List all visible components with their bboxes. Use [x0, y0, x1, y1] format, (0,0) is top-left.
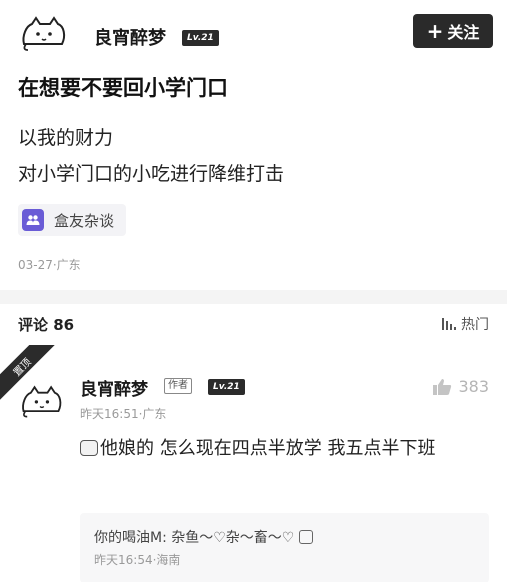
reply-meta: 昨天16:54·海南	[94, 553, 181, 567]
post-body-line: 对小学门口的小吃进行降维打击	[18, 163, 285, 185]
post-author-name[interactable]: 良宵醉梦	[94, 24, 166, 50]
sort-bars-icon	[442, 318, 456, 330]
thumbs-up-icon	[433, 378, 452, 395]
group-icon	[22, 209, 44, 231]
reply-text-content: 你的喝油M: 杂鱼～♡杂～畜～♡	[94, 530, 295, 546]
topic-tag[interactable]: 盒友杂谈	[18, 204, 127, 236]
post-title: 在想要不要回小学门口	[18, 76, 228, 100]
pinned-comment: 置顶 良宵醉梦 作者 Lv.21 383 昨天16:51·广东 他娘的 怎么现在…	[0, 345, 507, 582]
comment-meta: 昨天16:51·广东	[80, 407, 167, 421]
comment-author-name[interactable]: 良宵醉梦	[80, 375, 148, 400]
level-badge: Lv.21	[208, 379, 245, 395]
post-meta: 03-27·广东	[18, 258, 81, 272]
reply-preview[interactable]: 你的喝油M: 杂鱼～♡杂～畜～♡ 昨天16:54·海南	[80, 513, 489, 582]
post-body: 以我的财力 对小学门口的小吃进行降维打击	[18, 120, 284, 192]
topic-label: 盒友杂谈	[54, 211, 115, 230]
pinned-label: 置顶	[11, 356, 34, 379]
follow-button[interactable]: + 关注	[413, 14, 493, 48]
emoji-face-icon	[298, 530, 313, 544]
level-badge: Lv.21	[182, 30, 219, 46]
cat-doodle-icon[interactable]	[18, 383, 64, 419]
sort-button[interactable]: 热门	[441, 314, 489, 334]
follow-label: 关注	[447, 23, 480, 42]
comments-count-title: 评论 86	[18, 316, 75, 334]
reply-text: 你的喝油M: 杂鱼～♡杂～畜～♡	[94, 527, 313, 547]
post-author-row: 良宵醉梦 Lv.21 + 关注	[14, 8, 493, 56]
like-button[interactable]: 383	[432, 377, 489, 396]
post-card: 良宵醉梦 Lv.21 + 关注 在想要不要回小学门口 以我的财力 对小学门口的小…	[0, 0, 507, 290]
author-tag: 作者	[164, 378, 192, 394]
comment-text: 他娘的 怎么现在四点半放学 我五点半下班	[80, 433, 487, 465]
plus-icon: +	[426, 19, 444, 43]
like-count: 383	[458, 377, 489, 396]
post-body-line: 以我的财力	[18, 127, 114, 149]
sort-label: 热门	[461, 317, 489, 333]
emoji-face-icon	[80, 440, 98, 456]
comment-text-content: 他娘的 怎么现在四点半放学 我五点半下班	[100, 438, 436, 459]
cat-doodle-icon[interactable]	[18, 14, 68, 52]
comments-header: 评论 86 热门	[18, 314, 489, 336]
section-divider	[0, 290, 507, 304]
